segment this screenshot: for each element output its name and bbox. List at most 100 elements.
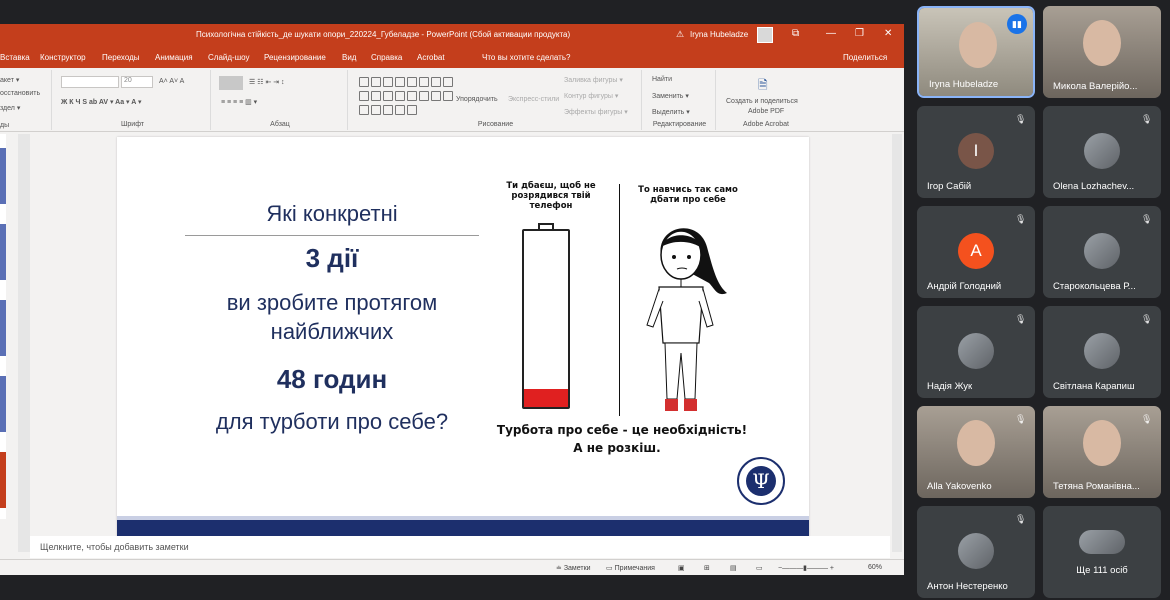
speaking-indicator-icon: ▮▮	[1007, 14, 1027, 34]
ribbon-tab-7[interactable]: Справка	[371, 53, 402, 62]
slides-group-label: ды	[0, 122, 10, 129]
create-share-button[interactable]: Создать и поделиться	[726, 98, 798, 105]
sorter-view-icon[interactable]: ⊞	[704, 564, 710, 572]
slide-thumbnail[interactable]	[0, 148, 6, 204]
participant-tile[interactable]: 🎙 Антон Нестеренко	[917, 506, 1035, 598]
slide-thumbnails-pane[interactable]	[0, 134, 6, 519]
participant-tile[interactable]: Микола Валерійо...	[1043, 6, 1161, 98]
slide-line-1: Які конкретні	[266, 201, 398, 226]
direction-icon[interactable]	[219, 76, 243, 90]
participant-tile[interactable]: 🎙 Olena Lozhachev...	[1043, 106, 1161, 198]
find-button[interactable]: Найти	[652, 76, 672, 83]
participant-tile[interactable]: А 🎙 Андрій Голодний	[917, 206, 1035, 298]
participant-name: Андрій Голодний	[927, 281, 1002, 292]
comments-toggle[interactable]: ▭ Примечания	[606, 564, 655, 572]
mic-off-icon: 🎙	[1141, 214, 1153, 224]
reset-button[interactable]: осстановить	[0, 90, 40, 97]
battery-cap	[538, 223, 554, 230]
canvas-scrollbar[interactable]	[892, 134, 902, 552]
mic-off-icon: 🎙	[1141, 114, 1153, 124]
participant-tile[interactable]: 🎙 Старокольцева Р...	[1043, 206, 1161, 298]
participant-tile[interactable]: 🎙 Alla Yakovenko	[917, 406, 1035, 498]
warning-icon[interactable]: ⚠	[676, 29, 684, 40]
ribbon-tab-4[interactable]: Слайд-шоу	[208, 53, 249, 62]
editing-group-label: Редактирование	[652, 121, 707, 128]
arrange-button[interactable]: Упорядочить	[456, 96, 498, 103]
participant-name: Ігор Сабій	[927, 181, 972, 192]
minimize-button[interactable]: —	[826, 28, 836, 39]
shape-effects-button[interactable]: Эффекты фигуры ▾	[564, 108, 628, 116]
ribbon-tab-1[interactable]: Конструктор	[40, 53, 86, 62]
grow-font-icon[interactable]: A˄ A˅ A	[159, 78, 184, 85]
notes-toggle[interactable]: ≐ Заметки	[556, 564, 591, 572]
mic-off-icon: 🎙	[1141, 414, 1153, 424]
editing-group: Найти Заменить ▾ Выделить ▾ Редактирован…	[644, 70, 716, 130]
acrobat-group: 🗎 Создать и поделиться Adobe PDF Adobe A…	[718, 70, 814, 130]
acrobat-group-label: Adobe Acrobat	[743, 121, 789, 128]
ribbon-display-icon[interactable]: ⧉	[792, 28, 799, 39]
participant-avatar	[958, 533, 994, 569]
battery-level	[524, 389, 568, 407]
list-icons[interactable]: ☰ ☷ ⇤ ⇥ ↕	[249, 78, 285, 86]
drawing-group: Упорядочить Экспресс-стили Заливка фигур…	[350, 70, 642, 130]
close-button[interactable]: ✕	[884, 28, 892, 39]
thumbnails-scrollbar[interactable]	[18, 134, 30, 552]
ribbon-tab-0[interactable]: Вставка	[0, 53, 30, 62]
font-name-box[interactable]	[61, 76, 119, 88]
participant-face	[957, 420, 995, 466]
slide-thumbnail[interactable]	[0, 300, 6, 356]
participant-tile[interactable]: Ще 111 осіб	[1043, 506, 1161, 598]
battery-illustration	[522, 223, 570, 409]
ribbon-tab-6[interactable]: Вид	[342, 53, 356, 62]
align-icons[interactable]: ≡ ≡ ≡ ≡ ▥ ▾	[221, 98, 257, 106]
university-logo: Ψ	[737, 457, 785, 505]
notes-pane[interactable]: Щелкните, чтобы добавить заметки	[30, 536, 890, 558]
ribbon-tab-8[interactable]: Acrobat	[417, 53, 445, 62]
participant-tile[interactable]: ▮▮ Iryna Hubeladze	[917, 6, 1035, 98]
drawing-group-label: Рисование	[477, 121, 514, 128]
caption-not-luxury: А не розкіш.	[573, 441, 661, 455]
participant-avatar	[1084, 133, 1120, 169]
participant-tile[interactable]: 🎙 Тетяна Романівна...	[1043, 406, 1161, 498]
maximize-button[interactable]: ❐	[855, 28, 864, 39]
shape-fill-button[interactable]: Заливка фигуры ▾	[564, 76, 623, 84]
font-group: 20 A˄ A˅ A Ж К Ч S ab AV ▾ Aa ▾ A ▾ Шриф…	[55, 70, 211, 130]
participant-tile[interactable]: І 🎙 Ігор Сабій	[917, 106, 1035, 198]
slide-thumbnail[interactable]	[0, 376, 6, 432]
ribbon-tab-5[interactable]: Рецензирование	[264, 53, 326, 62]
slideshow-view-icon[interactable]: ▭	[756, 564, 763, 572]
replace-button[interactable]: Заменить ▾	[652, 92, 689, 100]
select-button[interactable]: Выделить ▾	[652, 108, 690, 116]
mic-off-icon: 🎙	[1015, 214, 1027, 224]
mic-off-icon: 🎙	[1015, 514, 1027, 524]
normal-view-icon[interactable]: ▣	[678, 564, 685, 572]
slide-thumbnail-selected[interactable]	[0, 452, 6, 508]
ribbon-tab-9[interactable]: Что вы хотите сделать?	[482, 53, 570, 62]
ribbon-tab-3[interactable]: Анимация	[155, 53, 193, 62]
slide-canvas[interactable]: Які конкретні 3 дії ви зробите протягом …	[117, 137, 809, 550]
reading-view-icon[interactable]: ▤	[730, 564, 737, 572]
shapes-gallery[interactable]	[358, 76, 454, 120]
ribbon-tab-10[interactable]: Поделиться	[843, 53, 887, 62]
ribbon-tab-2[interactable]: Переходы	[102, 53, 140, 62]
participant-tile[interactable]: 🎙 Надія Жук	[917, 306, 1035, 398]
zoom-slider[interactable]: −———▮——— +	[778, 564, 834, 572]
user-avatar[interactable]	[757, 27, 773, 43]
participant-tile[interactable]: 🎙 Світлана Карапиш	[1043, 306, 1161, 398]
mic-off-icon: 🎙	[1141, 314, 1153, 324]
participant-face	[1083, 420, 1121, 466]
format-icons[interactable]: Ж К Ч S ab AV ▾ Aa ▾ A ▾	[61, 98, 142, 106]
slide-thumbnail[interactable]	[0, 224, 6, 280]
window-title: Психологічна стійкість_де шукати опори_2…	[196, 30, 571, 39]
slide-divider	[185, 235, 479, 236]
font-size-box[interactable]: 20	[121, 76, 153, 88]
participant-avatar: І	[958, 133, 994, 169]
quick-styles-button[interactable]: Экспресс-стили	[508, 96, 559, 103]
slide-line-5: 48 годин	[276, 364, 388, 394]
pdf-icon[interactable]: 🗎	[758, 76, 768, 97]
shape-outline-button[interactable]: Контур фигуры ▾	[564, 92, 618, 100]
section-button[interactable]: здел ▾	[0, 104, 20, 112]
zoom-level[interactable]: 60%	[868, 564, 882, 571]
participant-name: Світлана Карапиш	[1053, 381, 1135, 392]
layout-button[interactable]: акет ▾	[0, 76, 19, 84]
